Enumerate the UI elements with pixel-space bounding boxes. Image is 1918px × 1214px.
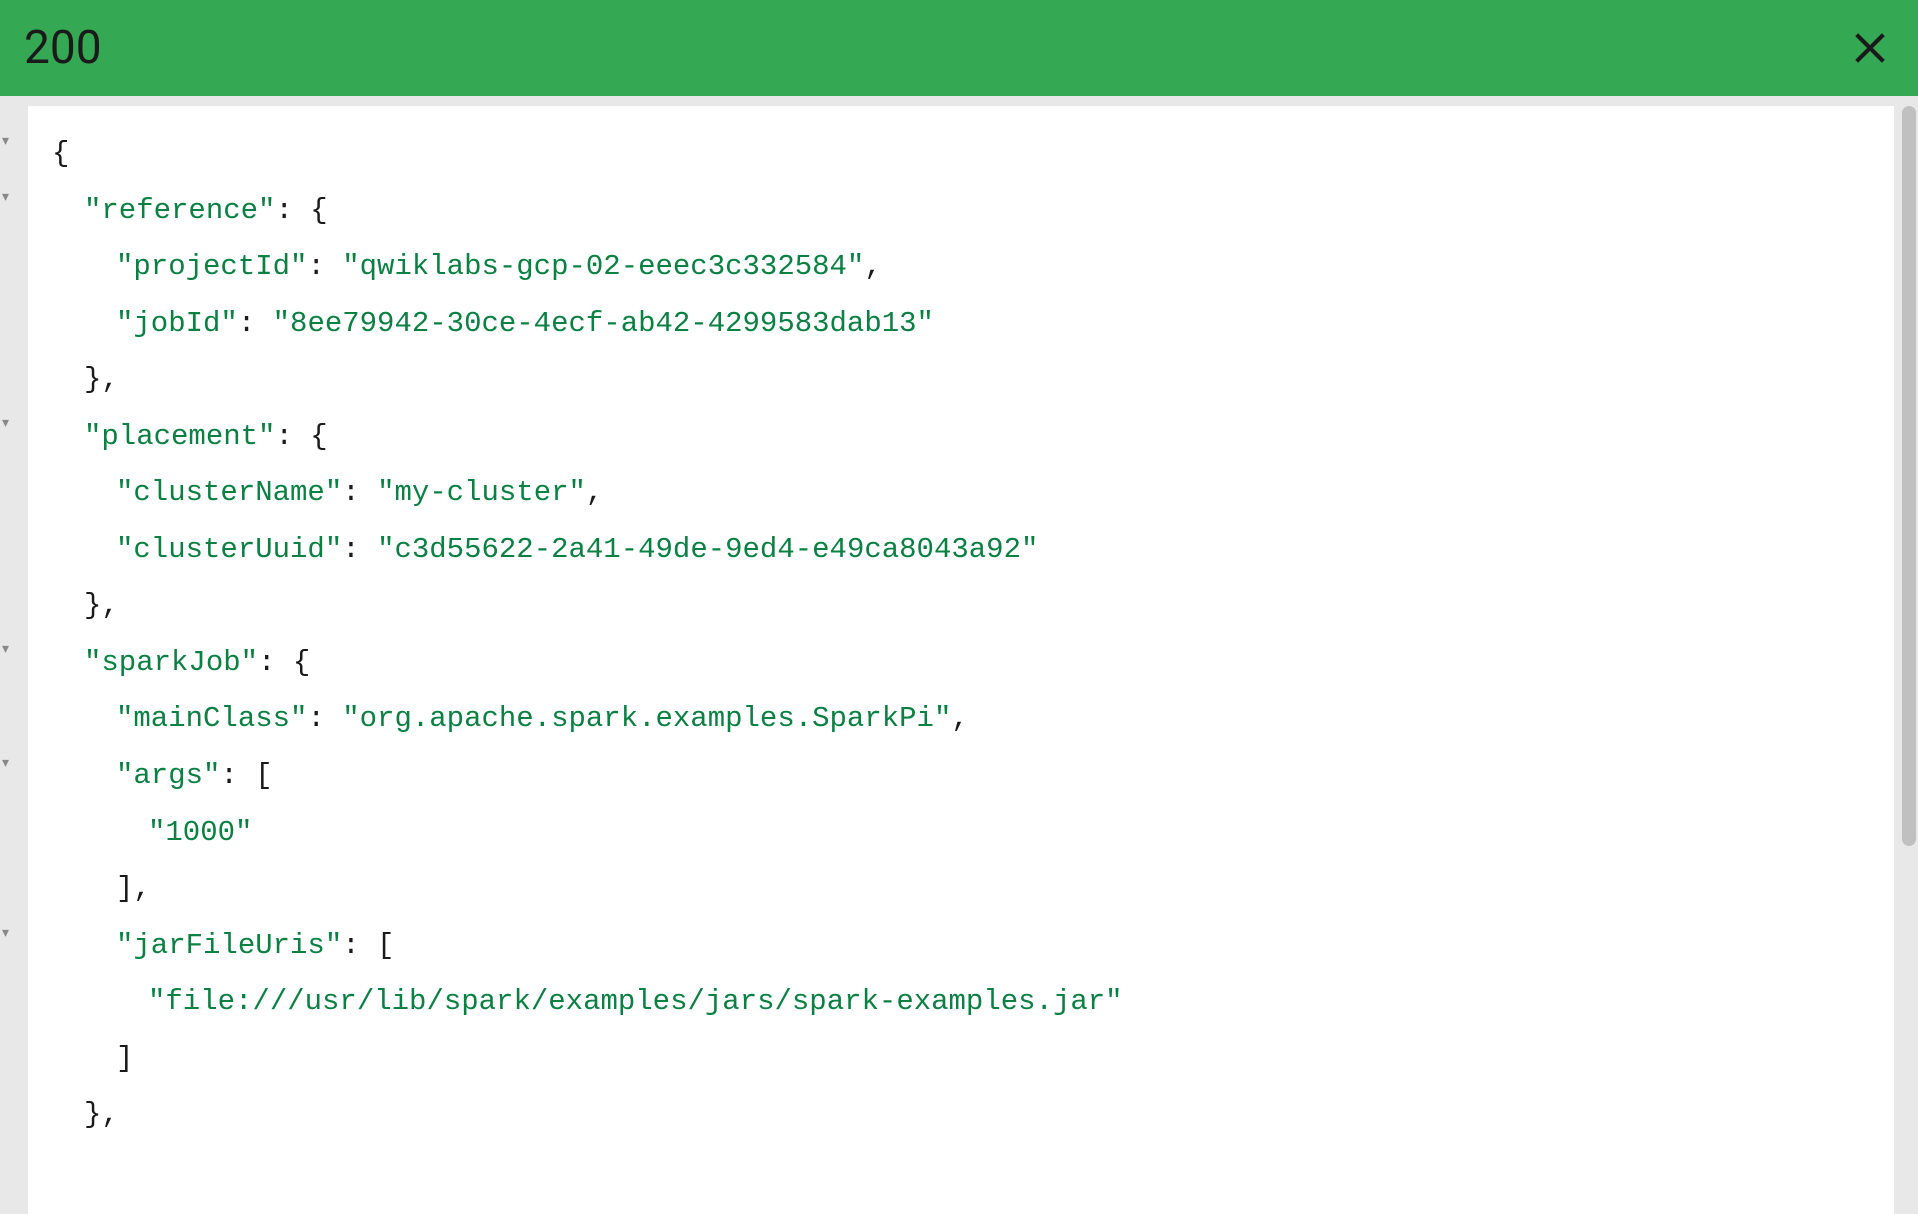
scrollbar-thumb[interactable]	[1902, 106, 1916, 846]
close-button[interactable]	[1846, 24, 1894, 72]
json-key: "jobId"	[116, 307, 238, 340]
response-body-area: ▾ ▾ ▾ ▾ ▾ ▾ { "reference": { "projectId"…	[0, 96, 1918, 1214]
json-line: },	[52, 578, 1874, 635]
fold-toggle-icon[interactable]: ▾	[2, 190, 9, 204]
json-key: "args"	[116, 759, 220, 792]
json-key: "placement"	[84, 420, 275, 453]
fold-toggle-icon[interactable]: ▾	[2, 642, 9, 656]
fold-gutter: ▾ ▾ ▾ ▾ ▾ ▾	[0, 106, 28, 1214]
json-string: "8ee79942-30ce-4ecf-ab42-4299583dab13"	[273, 307, 934, 340]
json-key: "jarFileUris"	[116, 929, 342, 962]
json-line: "args": [	[52, 748, 1874, 805]
json-string: "1000"	[148, 816, 252, 849]
json-line: {	[52, 126, 1874, 183]
json-key: "sparkJob"	[84, 646, 258, 679]
fold-toggle-icon[interactable]: ▾	[2, 416, 9, 430]
json-viewer[interactable]: { "reference": { "projectId": "qwiklabs-…	[28, 106, 1894, 1214]
json-string: "file:///usr/lib/spark/examples/jars/spa…	[148, 985, 1123, 1018]
json-string: "my-cluster"	[377, 476, 586, 509]
json-line: "jobId": "8ee79942-30ce-4ecf-ab42-429958…	[52, 296, 1874, 353]
json-line: "1000"	[52, 805, 1874, 862]
scrollbar-track[interactable]	[1900, 106, 1918, 1214]
json-key: "reference"	[84, 194, 275, 227]
json-line: ]	[52, 1031, 1874, 1088]
json-line: },	[52, 352, 1874, 409]
json-key: "mainClass"	[116, 702, 307, 735]
json-string: "qwiklabs-gcp-02-eeec3c332584"	[342, 250, 864, 283]
json-key: "projectId"	[116, 250, 307, 283]
json-line: "placement": {	[52, 409, 1874, 466]
json-line: },	[52, 1087, 1874, 1144]
json-line: "clusterUuid": "c3d55622-2a41-49de-9ed4-…	[52, 522, 1874, 579]
fold-toggle-icon[interactable]: ▾	[2, 134, 9, 148]
json-line: "jarFileUris": [	[52, 918, 1874, 975]
json-line: "mainClass": "org.apache.spark.examples.…	[52, 691, 1874, 748]
fold-toggle-icon[interactable]: ▾	[2, 926, 9, 940]
response-header: 200	[0, 0, 1918, 96]
json-key: "clusterUuid"	[116, 533, 342, 566]
json-string: "c3d55622-2a41-49de-9ed4-e49ca8043a92"	[377, 533, 1038, 566]
json-string: "org.apache.spark.examples.SparkPi"	[342, 702, 951, 735]
json-line: "sparkJob": {	[52, 635, 1874, 692]
json-key: "clusterName"	[116, 476, 342, 509]
json-line: "reference": {	[52, 183, 1874, 240]
fold-toggle-icon[interactable]: ▾	[2, 756, 9, 770]
close-icon	[1850, 28, 1890, 68]
json-line: "projectId": "qwiklabs-gcp-02-eeec3c3325…	[52, 239, 1874, 296]
json-line: ],	[52, 861, 1874, 918]
http-status-code: 200	[24, 21, 102, 75]
json-line: "file:///usr/lib/spark/examples/jars/spa…	[52, 974, 1874, 1031]
json-line: "clusterName": "my-cluster",	[52, 465, 1874, 522]
